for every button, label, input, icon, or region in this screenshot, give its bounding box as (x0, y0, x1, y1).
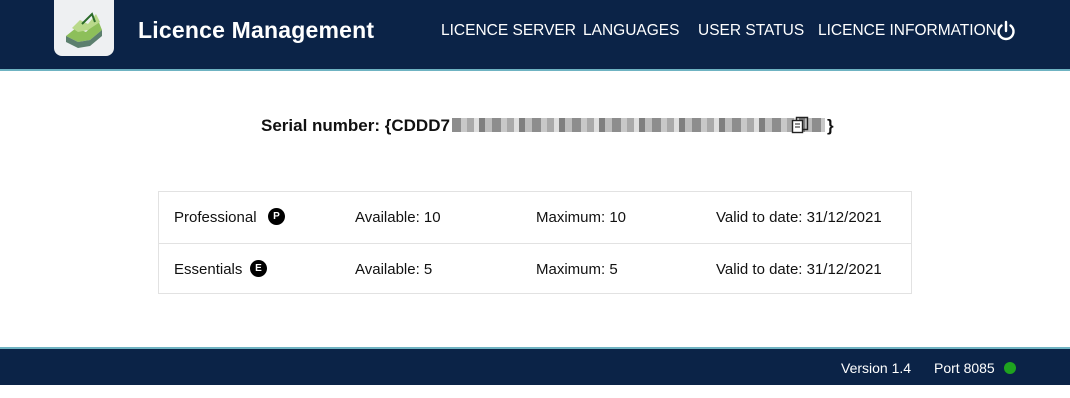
professional-badge-icon: P (268, 208, 285, 225)
essentials-badge-icon: E (250, 260, 267, 277)
footer-bar: Version 1.4 Port 8085 (0, 347, 1070, 385)
licence-valid-date: Valid to date: 31/12/2021 (716, 209, 882, 226)
nav-user-status[interactable]: USER STATUS (698, 22, 804, 40)
server-status-icon (1004, 362, 1016, 374)
nav-languages[interactable]: LANGUAGES (583, 22, 679, 40)
app-title: Licence Management (138, 17, 375, 43)
licence-maximum: Maximum: 5 (536, 261, 618, 278)
serial-number: Serial number: {CDDD7} (261, 116, 834, 136)
app-logo[interactable] (54, 0, 114, 56)
nav-licence-server[interactable]: LICENCE SERVER (441, 22, 576, 40)
licence-maximum: Maximum: 10 (536, 209, 627, 226)
licence-table: Professional P Available: 10 Maximum: 10… (158, 191, 912, 294)
table-row: Professional P Available: 10 Maximum: 10… (159, 192, 911, 244)
map-logo-icon (66, 12, 102, 48)
licence-available: Available: 10 (355, 209, 441, 226)
serial-number-suffix: } (826, 116, 834, 135)
licence-name: Professional (174, 209, 257, 226)
copy-icon[interactable] (791, 116, 809, 134)
nav-licence-information[interactable]: LICENCE INFORMATION (818, 22, 997, 40)
redacted-serial (451, 118, 825, 132)
table-row: Essentials E Available: 5 Maximum: 5 Val… (159, 244, 911, 295)
version-label: Version 1.4 (841, 360, 912, 376)
licence-valid-date: Valid to date: 31/12/2021 (716, 261, 882, 278)
serial-number-label: Serial number: {CDDD7 (261, 116, 450, 135)
licence-name: Essentials (174, 261, 243, 278)
power-icon[interactable] (995, 20, 1017, 42)
licence-available: Available: 5 (355, 261, 433, 278)
top-navbar: Licence Management LICENCE SERVER LANGUA… (0, 0, 1070, 71)
port-label: Port 8085 (934, 360, 995, 376)
